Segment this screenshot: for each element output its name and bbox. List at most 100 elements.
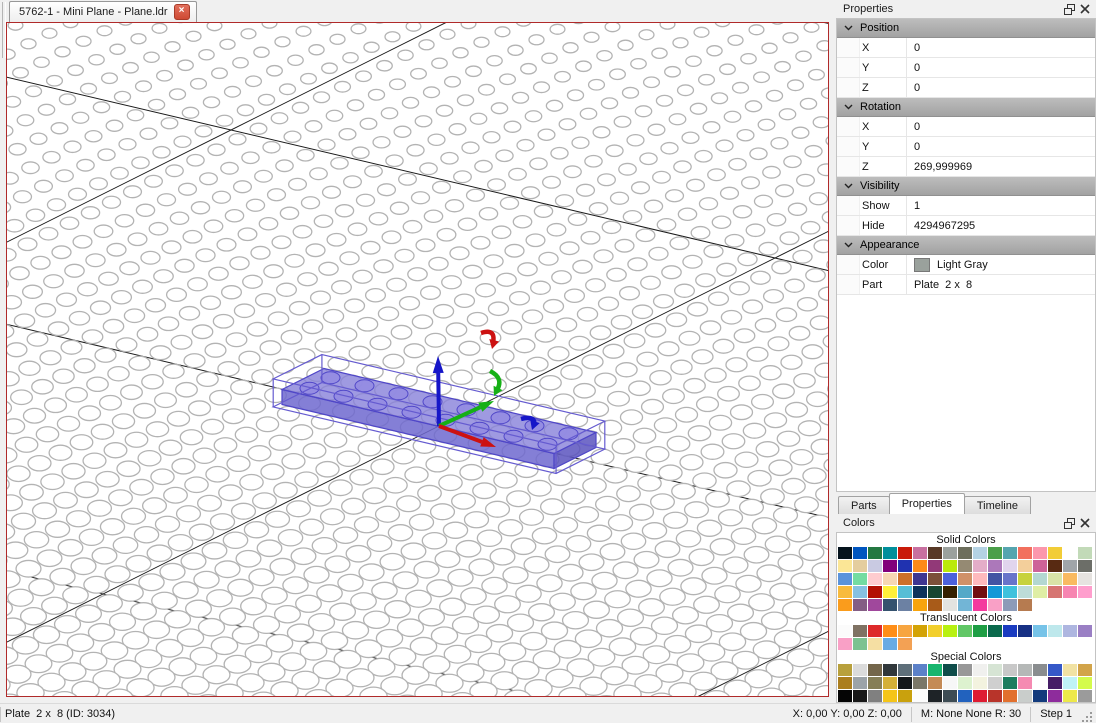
color-swatch[interactable] (928, 547, 942, 559)
color-swatch[interactable] (988, 547, 1002, 559)
color-swatch[interactable] (898, 690, 912, 702)
color-swatch[interactable] (838, 638, 852, 650)
color-swatch[interactable] (943, 677, 957, 689)
color-swatch[interactable] (838, 599, 852, 611)
color-swatch[interactable] (1018, 677, 1032, 689)
viewport-3d[interactable] (6, 22, 829, 697)
color-swatch[interactable] (1063, 625, 1077, 637)
dock-tab-parts[interactable]: Parts (838, 496, 890, 514)
color-swatch[interactable] (1078, 625, 1092, 637)
color-swatch[interactable] (1033, 586, 1047, 598)
float-icon[interactable] (1062, 516, 1077, 530)
color-swatch[interactable] (973, 599, 987, 611)
color-swatch[interactable] (1078, 664, 1092, 676)
color-swatch[interactable] (838, 664, 852, 676)
color-swatch[interactable] (883, 690, 897, 702)
color-swatch[interactable] (913, 586, 927, 598)
color-swatch[interactable] (883, 599, 897, 611)
color-swatch[interactable] (1003, 664, 1017, 676)
color-swatch[interactable] (973, 573, 987, 585)
color-swatch[interactable] (1003, 677, 1017, 689)
color-swatch[interactable] (883, 586, 897, 598)
color-swatch[interactable] (928, 586, 942, 598)
color-swatch[interactable] (1063, 573, 1077, 585)
color-swatch[interactable] (1018, 664, 1032, 676)
property-value[interactable]: Plate 2 x 8 (906, 275, 1095, 294)
color-swatch[interactable] (973, 547, 987, 559)
property-value[interactable]: 269,999969 (906, 157, 1095, 176)
color-swatch[interactable] (958, 664, 972, 676)
property-value[interactable]: 0 (906, 117, 1095, 136)
color-swatch[interactable] (1018, 599, 1032, 611)
color-swatch[interactable] (838, 547, 852, 559)
color-swatch[interactable] (1078, 586, 1092, 598)
color-swatch[interactable] (1018, 625, 1032, 637)
color-swatch[interactable] (913, 625, 927, 637)
close-icon[interactable]: × (173, 4, 190, 20)
close-icon[interactable] (1077, 516, 1092, 530)
color-swatch[interactable] (1048, 677, 1062, 689)
color-swatch[interactable] (1063, 677, 1077, 689)
color-swatch[interactable] (883, 560, 897, 572)
color-swatch[interactable] (838, 573, 852, 585)
color-swatch[interactable] (838, 625, 852, 637)
color-swatch[interactable] (853, 560, 867, 572)
color-swatch[interactable] (868, 625, 882, 637)
color-swatch[interactable] (1078, 560, 1092, 572)
color-swatch[interactable] (988, 586, 1002, 598)
color-swatch[interactable] (883, 573, 897, 585)
section-header-rotation[interactable]: Rotation (837, 98, 1095, 117)
color-swatch[interactable] (943, 599, 957, 611)
property-value[interactable]: 1 (906, 196, 1095, 215)
color-swatch[interactable] (838, 560, 852, 572)
float-icon[interactable] (1062, 2, 1077, 16)
color-swatch[interactable] (988, 690, 1002, 702)
color-swatch[interactable] (883, 677, 897, 689)
property-value[interactable]: 4294967295 (906, 216, 1095, 235)
color-swatch[interactable] (898, 677, 912, 689)
color-swatch[interactable] (1033, 547, 1047, 559)
color-swatch[interactable] (1003, 560, 1017, 572)
color-swatch[interactable] (1078, 690, 1092, 702)
property-value[interactable]: 0 (906, 58, 1095, 77)
color-swatch[interactable] (883, 664, 897, 676)
color-swatch[interactable] (1048, 586, 1062, 598)
color-swatch[interactable] (868, 586, 882, 598)
color-swatch[interactable] (868, 638, 882, 650)
color-swatch[interactable] (973, 664, 987, 676)
color-swatch[interactable] (988, 599, 1002, 611)
color-swatch[interactable] (928, 677, 942, 689)
color-swatch[interactable] (838, 586, 852, 598)
color-swatch[interactable] (838, 690, 852, 702)
color-swatch[interactable] (913, 690, 927, 702)
color-swatch[interactable] (1033, 573, 1047, 585)
color-swatch[interactable] (928, 599, 942, 611)
color-swatch[interactable] (1063, 690, 1077, 702)
color-swatch[interactable] (958, 677, 972, 689)
color-swatch[interactable] (1033, 677, 1047, 689)
color-swatch[interactable] (853, 547, 867, 559)
color-swatch[interactable] (913, 599, 927, 611)
color-swatch[interactable] (958, 547, 972, 559)
color-swatch[interactable] (913, 664, 927, 676)
color-swatch[interactable] (1003, 599, 1017, 611)
color-swatch[interactable] (1018, 573, 1032, 585)
color-swatch[interactable] (958, 690, 972, 702)
color-swatch[interactable] (1048, 573, 1062, 585)
property-value[interactable]: 0 (906, 78, 1095, 97)
color-swatch[interactable] (898, 638, 912, 650)
color-swatch[interactable] (943, 560, 957, 572)
color-swatch[interactable] (883, 547, 897, 559)
color-swatch[interactable] (973, 560, 987, 572)
color-swatch[interactable] (958, 599, 972, 611)
property-value[interactable]: Light Gray (906, 255, 1095, 274)
color-swatch[interactable] (868, 560, 882, 572)
color-swatch[interactable] (838, 677, 852, 689)
color-swatch[interactable] (898, 599, 912, 611)
color-swatch[interactable] (928, 560, 942, 572)
color-swatch[interactable] (958, 560, 972, 572)
color-swatch[interactable] (1063, 664, 1077, 676)
color-swatch[interactable] (853, 677, 867, 689)
color-swatch[interactable] (898, 625, 912, 637)
color-swatch[interactable] (1003, 625, 1017, 637)
